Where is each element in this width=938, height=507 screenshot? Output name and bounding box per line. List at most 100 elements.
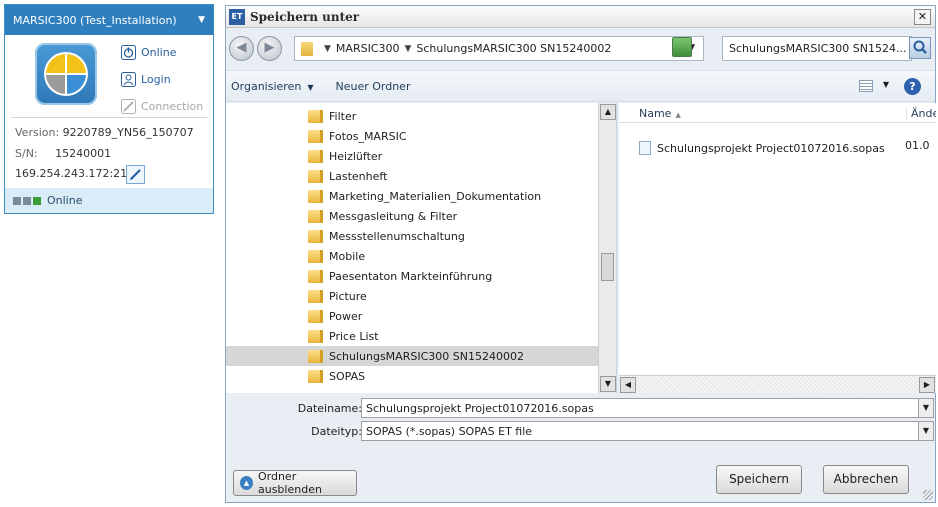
folder-label: Picture [329,289,367,303]
online-action[interactable]: Online [121,45,176,60]
folder-label: Heizlüfter [329,149,383,163]
folder-item[interactable]: Fotos_MARSIC [226,126,598,146]
save-as-dialog: ET Speichern unter ✕ ◀ ▶ ▼ MARSIC300 ▼ S… [225,5,936,503]
chevron-down-icon[interactable]: ▼ [918,399,933,417]
chevron-down-icon[interactable]: ▼ [883,80,889,89]
column-name-header[interactable]: Name ▲ [639,107,681,120]
folder-label: Messgasleitung & Filter [329,209,458,223]
folder-item[interactable]: Power [226,306,598,326]
view-options-icon[interactable] [859,80,873,92]
folder-item[interactable]: Price List [226,326,598,346]
sort-icon: ▲ [675,111,681,119]
device-title: MARSIC300 (Test_Installation) [13,13,177,27]
folder-icon [308,209,323,223]
folder-icon [308,249,323,263]
folder-item[interactable]: SOPAS [226,366,598,386]
breadcrumb-item[interactable]: SchulungsMARSIC300 SN15240002 [416,42,611,55]
search-input[interactable]: SchulungsMARSIC300 SN1524... [722,36,912,61]
scroll-left-icon[interactable]: ◀ [620,377,636,393]
edit-address-button[interactable] [126,165,145,184]
folder-label: Power [329,309,363,323]
folder-item[interactable]: Messgasleitung & Filter [226,206,598,226]
connection-action[interactable]: Connection [121,99,203,114]
online-label: Online [141,46,177,59]
title-bar[interactable]: ET Speichern unter ✕ [226,6,935,28]
column-name-label: Name [639,107,672,120]
folder-label: Filter [329,109,357,123]
organize-menu[interactable]: Organisieren ▼ [231,80,313,93]
folder-icon [308,309,323,323]
folder-label: SchulungsMARSIC300 SN15240002 [329,349,524,363]
breadcrumb-item[interactable]: MARSIC300 [336,42,400,55]
folder-item[interactable]: Heizlüfter [226,146,598,166]
folder-item[interactable]: Lastenheft [226,166,598,186]
filename-value: Schulungsprojekt Project01072016.sopas [366,402,594,415]
folder-tree: Filter Fotos_MARSIC Heizlüfter Lastenheft Ma… [226,103,617,393]
folder-item[interactable]: Messstellenumschaltung [226,226,598,246]
filetype-select[interactable]: SOPAS (*.sopas) SOPAS ET file ▼ [361,421,934,441]
column-date-header[interactable]: Ände [906,107,936,120]
new-folder-button[interactable]: Neuer Ordner [335,80,410,93]
vertical-scrollbar[interactable]: ▲ ▼ [598,103,616,393]
login-label: Login [141,73,171,86]
filetype-value: SOPAS (*.sopas) SOPAS ET file [366,425,533,438]
folder-label: Marketing_Materialien_Dokumentation [329,189,542,203]
chevron-down-icon[interactable]: ▼ [198,15,205,25]
folder-item[interactable]: Paesentaton Markteinführung [226,266,598,286]
version-key: Version: [15,126,60,139]
divider [11,117,207,118]
folder-item[interactable]: SchulungsMARSIC300 SN15240002 [226,346,598,366]
status-led-icon [23,196,31,205]
folder-icon [308,149,323,163]
file-row[interactable]: Schulungsprojekt Project01072016.sopas [639,139,936,157]
folder-icon [308,369,323,383]
folder-icon [308,349,323,363]
scroll-down-icon[interactable]: ▼ [600,376,616,392]
scroll-up-icon[interactable]: ▲ [600,104,616,120]
save-button[interactable]: Speichern [716,465,802,494]
device-logo-icon [35,43,97,105]
back-arrow-icon[interactable]: ◀ [229,36,254,61]
folder-item[interactable]: Marketing_Materialien_Dokumentation [226,186,598,206]
scrollbar-thumb[interactable] [601,253,614,281]
folder-item[interactable]: Mobile [226,246,598,266]
device-header[interactable]: MARSIC300 (Test_Installation) ▼ [5,5,213,35]
cancel-button[interactable]: Abbrechen [823,465,909,494]
chevron-down-icon[interactable]: ▼ [324,44,331,54]
ip-address: 169.254.243.172:2112 [15,167,142,180]
sn-key: S/N: [15,147,38,160]
resize-grip-icon[interactable] [923,490,933,500]
folder-icon [308,129,323,143]
login-action[interactable]: Login [121,72,171,87]
hide-folders-button[interactable]: ▲ Ordner ausblenden [233,470,357,496]
column-header: Name ▲ Ände [619,103,936,123]
folder-label: Lastenheft [329,169,388,183]
status-led-icon [33,196,41,205]
folder-label: Paesentaton Markteinführung [329,269,493,283]
user-icon [121,72,136,87]
folder-item[interactable]: Picture [226,286,598,306]
sn-value: 15240001 [55,147,112,160]
folder-label: Price List [329,329,379,343]
chevron-down-icon[interactable]: ▼ [404,44,411,54]
chevron-down-icon: ▼ [307,82,314,92]
help-icon[interactable]: ? [904,78,921,95]
breadcrumb[interactable]: ▼ MARSIC300 ▼ SchulungsMARSIC300 SN15240… [294,36,704,61]
device-panel: MARSIC300 (Test_Installation) ▼ Online L… [4,4,214,214]
search-icon[interactable] [909,37,931,59]
horizontal-scrollbar[interactable]: ◀ ▶ [619,375,936,393]
file-name: Schulungsprojekt Project01072016.sopas [657,141,885,155]
close-button[interactable]: ✕ [914,9,931,25]
refresh-icon[interactable] [672,37,692,57]
address-line: 169.254.243.172:2112 [15,167,141,180]
folder-icon [308,109,323,123]
filename-field[interactable]: Schulungsprojekt Project01072016.sopas ▼ [361,398,934,418]
folder-label: Mobile [329,249,366,263]
forward-arrow-icon[interactable]: ▶ [257,36,282,61]
chevron-down-icon[interactable]: ▼ [918,422,933,440]
folder-icon [308,189,323,203]
sn-line: S/N: 15240001 [15,147,111,160]
nav-buttons: ◀ ▶ [229,34,289,62]
scroll-right-icon[interactable]: ▶ [919,377,935,393]
folder-item[interactable]: Filter [226,106,598,126]
